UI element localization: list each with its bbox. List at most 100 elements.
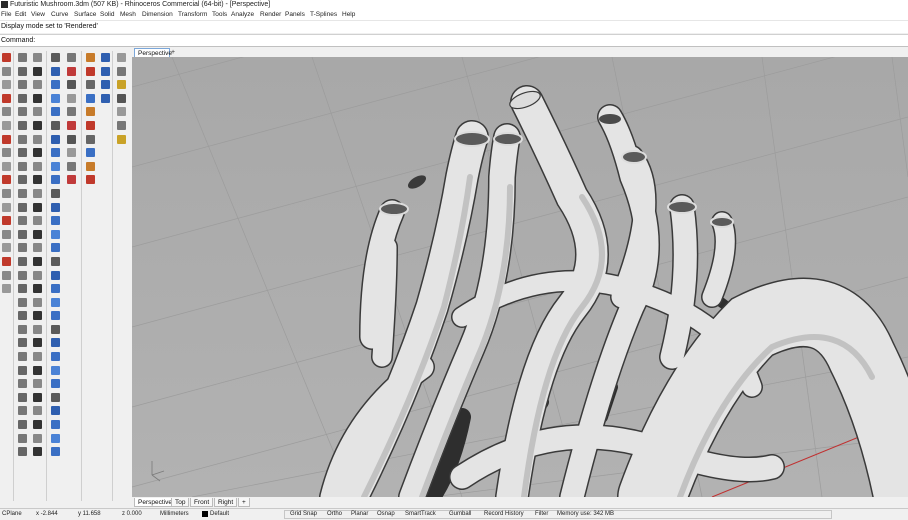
tool-icon[interactable]: [2, 284, 11, 294]
tab-right[interactable]: Right: [214, 498, 238, 507]
tool-icon[interactable]: [18, 120, 27, 130]
tab-top[interactable]: Top: [171, 498, 190, 507]
tool-icon[interactable]: [2, 175, 11, 185]
tool-icon[interactable]: [2, 53, 11, 62]
tool-icon[interactable]: [51, 93, 60, 103]
menu-edit[interactable]: Edit: [15, 9, 26, 20]
tool-icon[interactable]: [2, 229, 11, 239]
tool-icon[interactable]: [33, 148, 42, 158]
tool-icon[interactable]: [86, 107, 95, 117]
tool-icon[interactable]: [117, 80, 126, 90]
tool-icon[interactable]: [18, 297, 27, 307]
menu-solid[interactable]: Solid: [100, 9, 114, 20]
rendered-model-canvas[interactable]: [132, 57, 908, 497]
tool-icon[interactable]: [33, 433, 42, 443]
tool-icon[interactable]: [51, 256, 60, 266]
tool-icon[interactable]: [18, 270, 27, 280]
tool-icon[interactable]: [18, 202, 27, 212]
tool-icon[interactable]: [51, 66, 60, 76]
tool-icon[interactable]: [51, 80, 60, 90]
menu-mesh[interactable]: Mesh: [120, 9, 136, 20]
tool-icon[interactable]: [18, 392, 27, 402]
tool-icon[interactable]: [33, 365, 42, 375]
tool-icon[interactable]: [51, 284, 60, 294]
tool-icon[interactable]: [33, 284, 42, 294]
tool-icon[interactable]: [33, 120, 42, 130]
tool-icon[interactable]: [101, 80, 110, 90]
tool-icon[interactable]: [67, 53, 76, 62]
tool-icon[interactable]: [67, 120, 76, 130]
tool-icon[interactable]: [18, 379, 27, 389]
toggle-gumball[interactable]: Gumball: [449, 509, 471, 520]
tool-icon[interactable]: [18, 284, 27, 294]
menu-tsplines[interactable]: T-Splines: [310, 9, 337, 20]
tool-icon[interactable]: [67, 161, 76, 171]
tool-icon[interactable]: [86, 80, 95, 90]
tool-icon[interactable]: [51, 216, 60, 226]
tab-front[interactable]: Front: [190, 498, 214, 507]
menu-dimension[interactable]: Dimension: [142, 9, 173, 20]
tool-icon[interactable]: [18, 311, 27, 321]
tool-icon[interactable]: [2, 107, 11, 117]
tool-icon[interactable]: [33, 420, 42, 430]
menu-tools[interactable]: Tools: [212, 9, 227, 20]
tool-icon[interactable]: [51, 134, 60, 144]
tool-icon[interactable]: [117, 107, 126, 117]
perspective-viewport[interactable]: [132, 57, 908, 497]
menu-panels[interactable]: Panels: [285, 9, 305, 20]
units-label[interactable]: Millimeters: [160, 509, 189, 520]
tool-icon[interactable]: [117, 66, 126, 76]
tool-icon[interactable]: [2, 80, 11, 90]
tool-icon[interactable]: [18, 148, 27, 158]
tool-icon[interactable]: [51, 379, 60, 389]
tool-icon[interactable]: [67, 66, 76, 76]
tool-icon[interactable]: [67, 80, 76, 90]
tool-icon[interactable]: [18, 229, 27, 239]
tool-icon[interactable]: [18, 420, 27, 430]
tool-icon[interactable]: [33, 270, 42, 280]
tool-icon[interactable]: [18, 256, 27, 266]
tool-icon[interactable]: [86, 53, 95, 62]
tool-icon[interactable]: [51, 175, 60, 185]
tool-icon[interactable]: [33, 311, 42, 321]
tool-icon[interactable]: [2, 161, 11, 171]
menu-transform[interactable]: Transform: [178, 9, 207, 20]
viewport-title-tab[interactable]: Perspective: [134, 48, 172, 57]
tool-icon[interactable]: [33, 243, 42, 253]
tool-icon[interactable]: [51, 433, 60, 443]
menu-view[interactable]: View: [31, 9, 45, 20]
tool-icon[interactable]: [33, 80, 42, 90]
tool-icon[interactable]: [51, 352, 60, 362]
toggle-filter[interactable]: Filter: [535, 509, 548, 520]
tool-icon[interactable]: [86, 93, 95, 103]
tool-icon[interactable]: [51, 161, 60, 171]
command-line[interactable]: Command:: [0, 34, 908, 47]
tool-icon[interactable]: [2, 93, 11, 103]
tool-icon[interactable]: [33, 188, 42, 198]
tool-icon[interactable]: [51, 229, 60, 239]
tool-icon[interactable]: [33, 134, 42, 144]
tool-icon[interactable]: [18, 338, 27, 348]
tool-icon[interactable]: [33, 324, 42, 334]
tool-icon[interactable]: [2, 120, 11, 130]
tool-icon[interactable]: [33, 107, 42, 117]
tool-icon[interactable]: [18, 80, 27, 90]
tool-icon[interactable]: [51, 53, 60, 62]
tool-icon[interactable]: [18, 107, 27, 117]
tool-icon[interactable]: [51, 107, 60, 117]
tool-icon[interactable]: [18, 134, 27, 144]
tool-icon[interactable]: [101, 66, 110, 76]
tool-icon[interactable]: [33, 379, 42, 389]
tool-icon[interactable]: [18, 175, 27, 185]
tool-icon[interactable]: [51, 447, 60, 457]
toggle-ortho[interactable]: Ortho: [327, 509, 342, 520]
tool-icon[interactable]: [51, 365, 60, 375]
tab-perspective[interactable]: Perspective: [134, 498, 176, 507]
cplane-label[interactable]: CPlane: [2, 509, 22, 520]
menu-help[interactable]: Help: [342, 9, 355, 20]
menu-curve[interactable]: Curve: [51, 9, 68, 20]
tool-icon[interactable]: [18, 93, 27, 103]
tool-icon[interactable]: [33, 93, 42, 103]
rhino-app-icon[interactable]: [1, 1, 8, 8]
tool-icon[interactable]: [33, 175, 42, 185]
